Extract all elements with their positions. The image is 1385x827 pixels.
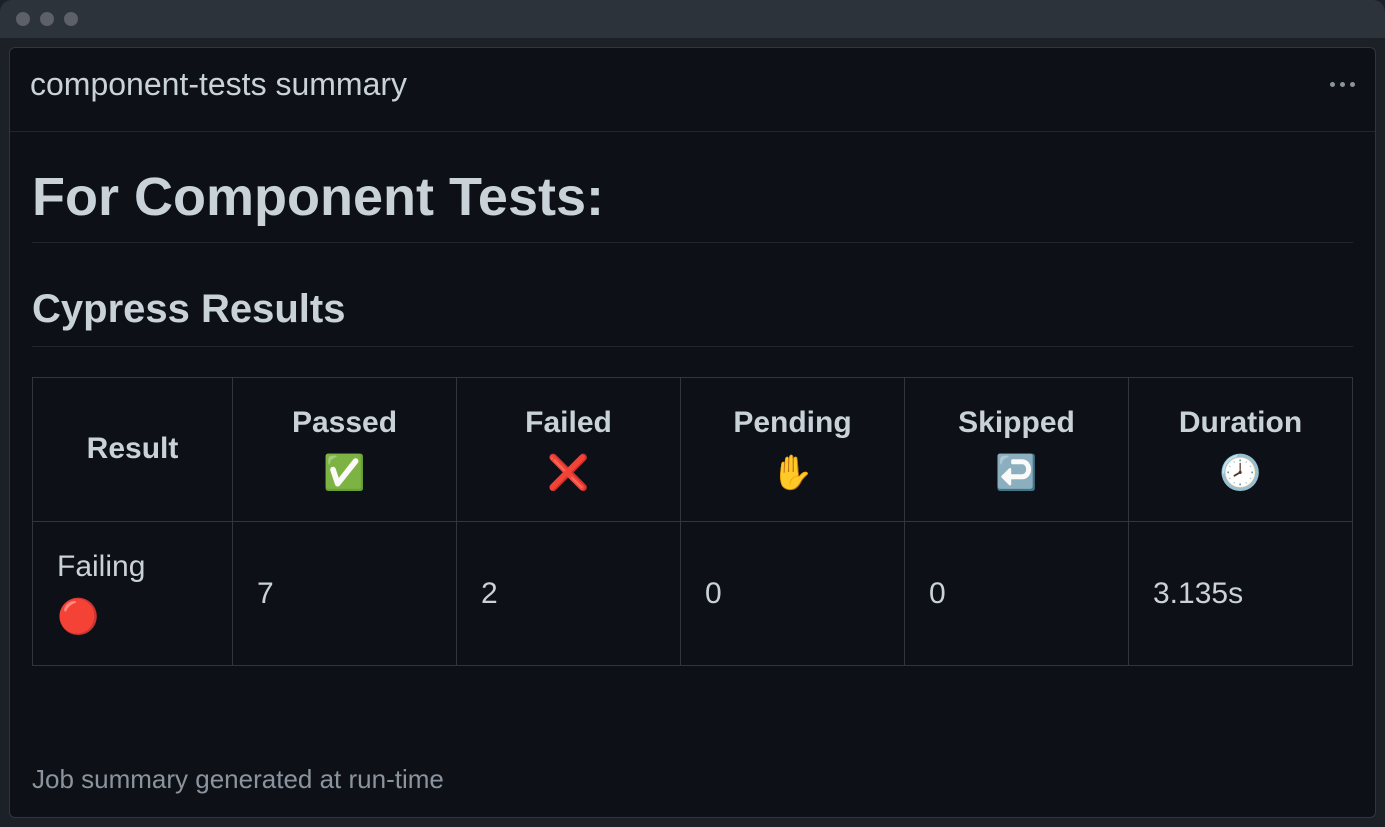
header-pending-label: Pending: [705, 400, 880, 447]
header-failed-label: Failed: [481, 400, 656, 447]
hand-icon: ✋: [705, 447, 880, 500]
header-result-label: Result: [57, 426, 208, 473]
cell-failed: 2: [457, 522, 681, 666]
header-passed-label: Passed: [257, 400, 432, 447]
cross-icon: ❌: [481, 447, 656, 500]
table-row: Failing 🔴 7 2 0 0 3.135s: [33, 522, 1353, 666]
panel-title: component-tests summary: [30, 66, 407, 103]
subsection-heading: Cypress Results: [32, 287, 1353, 347]
header-skipped-label: Skipped: [929, 400, 1104, 447]
panel-header: component-tests summary: [10, 48, 1375, 132]
table-header-row: Result Passed ✅ Failed ❌ Pendi: [33, 378, 1353, 522]
header-duration: Duration 🕗: [1129, 378, 1353, 522]
window-close-button[interactable]: [16, 12, 30, 26]
section-heading: For Component Tests:: [32, 166, 1353, 243]
header-skipped: Skipped ↩️: [905, 378, 1129, 522]
window-titlebar: [0, 0, 1385, 38]
cell-result: Failing 🔴: [33, 522, 233, 666]
summary-panel: component-tests summary For Component Te…: [9, 47, 1376, 818]
header-pending: Pending ✋: [681, 378, 905, 522]
check-icon: ✅: [257, 447, 432, 500]
panel-menu-button[interactable]: [1330, 82, 1355, 87]
cell-pending: 0: [681, 522, 905, 666]
result-status-text: Failing: [57, 544, 208, 591]
header-duration-label: Duration: [1153, 400, 1328, 447]
footer-note: Job summary generated at run-time: [32, 724, 1353, 795]
window-minimize-button[interactable]: [40, 12, 54, 26]
cell-skipped: 0: [905, 522, 1129, 666]
header-result: Result: [33, 378, 233, 522]
results-table: Result Passed ✅ Failed ❌ Pendi: [32, 377, 1353, 666]
window: component-tests summary For Component Te…: [0, 0, 1385, 827]
panel-frame: component-tests summary For Component Te…: [0, 38, 1385, 827]
return-icon: ↩️: [929, 447, 1104, 500]
header-passed: Passed ✅: [233, 378, 457, 522]
red-circle-icon: 🔴: [57, 591, 208, 644]
window-zoom-button[interactable]: [64, 12, 78, 26]
clock-icon: 🕗: [1153, 447, 1328, 500]
cell-passed: 7: [233, 522, 457, 666]
panel-body: For Component Tests: Cypress Results Res…: [10, 132, 1375, 817]
cell-duration: 3.135s: [1129, 522, 1353, 666]
header-failed: Failed ❌: [457, 378, 681, 522]
